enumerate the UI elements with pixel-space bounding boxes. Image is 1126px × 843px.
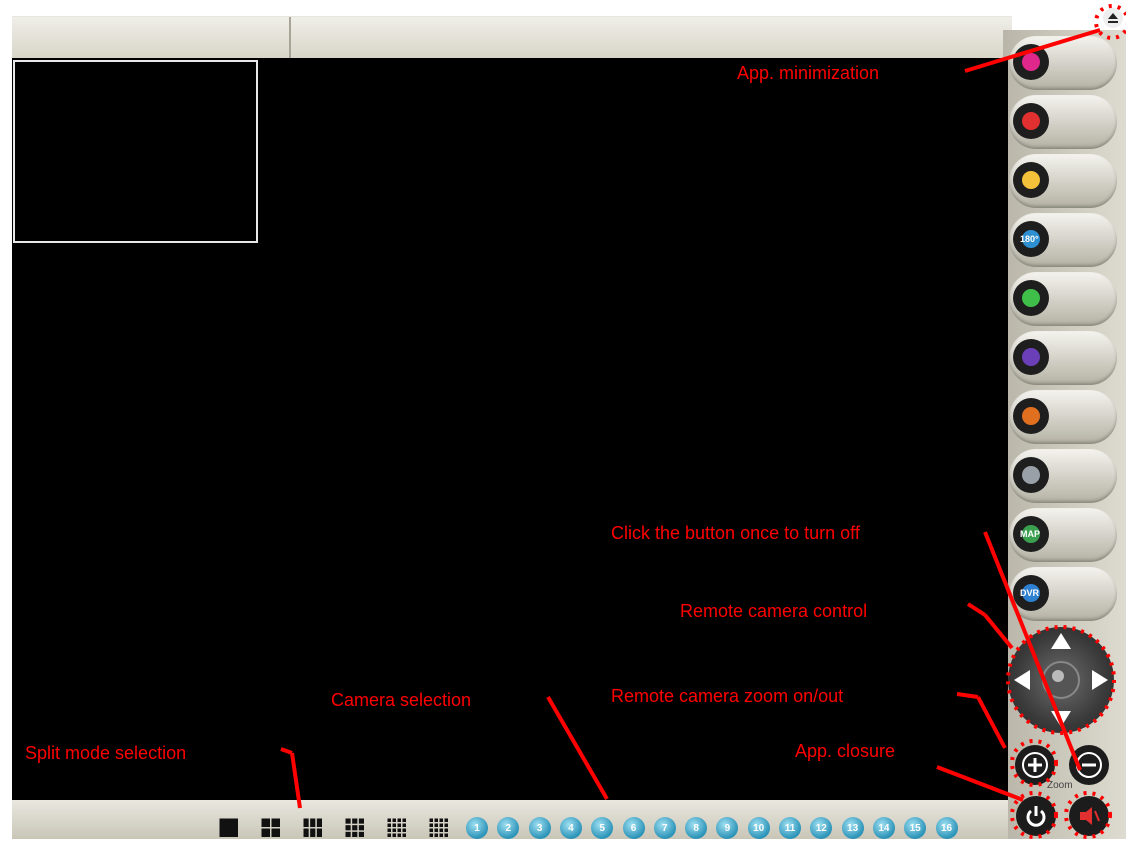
plus-icon xyxy=(1022,752,1048,778)
side-button-label: DVR xyxy=(1020,588,1040,598)
side-button-record-camera[interactable] xyxy=(1009,95,1117,149)
camera-button-3[interactable]: 3 xyxy=(528,817,551,839)
ptz-arrows-icon xyxy=(1014,633,1108,727)
lock-icon xyxy=(1013,339,1049,375)
side-button-label: 180° xyxy=(1020,234,1039,244)
side-button-play[interactable] xyxy=(1009,36,1117,90)
play-icon xyxy=(1013,44,1049,80)
speaker-button[interactable] xyxy=(1069,796,1109,836)
side-button-rotate-180[interactable]: 180° xyxy=(1009,213,1117,267)
split-mode-1[interactable] xyxy=(219,818,239,838)
side-button-fullscreen-monitor[interactable] xyxy=(1009,272,1117,326)
record-camera-icon xyxy=(1013,103,1049,139)
split-mode-13[interactable] xyxy=(387,818,407,838)
ptz-control[interactable] xyxy=(1008,627,1114,733)
camera-button-4[interactable]: 4 xyxy=(559,817,582,839)
fullscreen-monitor-icon xyxy=(1013,280,1049,316)
split-mode-4[interactable] xyxy=(261,818,281,838)
camera-button-6[interactable]: 6 xyxy=(622,817,645,839)
dvr-icon: DVR xyxy=(1013,575,1049,611)
tools-icon xyxy=(1013,457,1049,493)
zoom-out-button[interactable] xyxy=(1069,745,1109,785)
side-button-map[interactable]: MAP xyxy=(1009,508,1117,562)
annotation-zoom: Remote camera zoom on/out xyxy=(611,686,844,706)
side-button-snapshot[interactable] xyxy=(1009,154,1117,208)
top-bar xyxy=(12,16,1012,59)
camera-button-1[interactable]: 1 xyxy=(466,817,488,839)
power-button[interactable] xyxy=(1016,796,1056,836)
camera-settings-icon xyxy=(1013,398,1049,434)
camera-button-10[interactable]: 10 xyxy=(747,817,770,839)
camera-button-7[interactable]: 7 xyxy=(653,817,676,839)
map-icon: MAP xyxy=(1013,516,1049,552)
split-mode-9[interactable] xyxy=(345,818,365,838)
minimize-button[interactable] xyxy=(1103,8,1123,28)
minus-icon xyxy=(1076,752,1102,778)
top-bar-divider xyxy=(289,17,291,59)
camera-button-13[interactable]: 13 xyxy=(841,817,864,839)
snapshot-icon xyxy=(1013,162,1049,198)
split-mode-16[interactable] xyxy=(429,818,449,838)
camera-button-11[interactable]: 11 xyxy=(779,817,801,839)
annotation-turn-off: Click the button once to turn off xyxy=(611,523,860,543)
rotate-180-icon: 180° xyxy=(1013,221,1049,257)
side-button-tools[interactable] xyxy=(1009,449,1117,503)
side-button-lock[interactable] xyxy=(1009,331,1117,385)
annotation-minimize: App. minimization xyxy=(737,63,880,83)
annotation-camera-selection: Camera selection xyxy=(331,690,472,710)
camera-button-16[interactable]: 16 xyxy=(935,817,958,839)
zoom-label: Zoom xyxy=(1047,780,1073,791)
camera-button-8[interactable]: 8 xyxy=(685,817,708,839)
side-button-label: MAP xyxy=(1020,529,1040,539)
annotation-remote-control: Remote camera control xyxy=(680,601,868,621)
annotation-closure: App. closure xyxy=(795,741,896,761)
split-mode-6[interactable] xyxy=(303,818,323,838)
power-icon xyxy=(1026,806,1046,827)
speaker-icon xyxy=(1080,807,1100,825)
side-button-camera-settings[interactable] xyxy=(1009,390,1117,444)
eject-icon xyxy=(1108,13,1118,23)
camera-button-14[interactable]: 14 xyxy=(872,817,895,839)
side-button-dvr[interactable]: DVR xyxy=(1009,567,1117,621)
selected-video-cell[interactable] xyxy=(13,60,258,243)
zoom-in-button[interactable] xyxy=(1015,745,1055,785)
annotation-split-mode: Split mode selection xyxy=(25,743,187,763)
